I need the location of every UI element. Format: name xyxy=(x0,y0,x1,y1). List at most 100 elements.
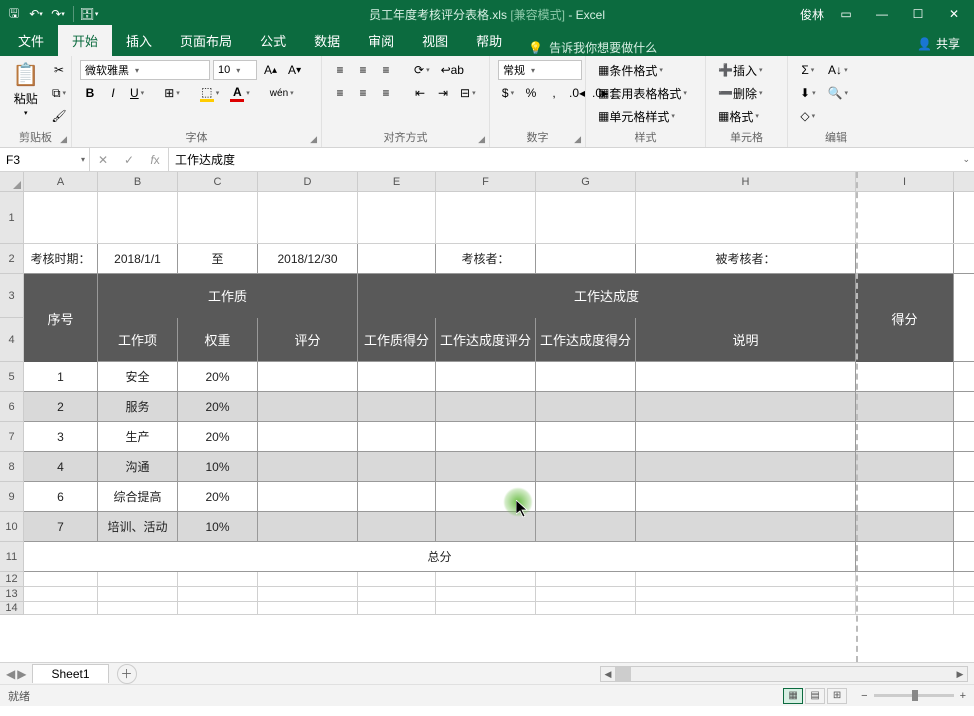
paste-button[interactable]: 📋粘贴▾ xyxy=(8,60,43,119)
scroll-left-icon[interactable]: ◀ xyxy=(601,669,615,680)
cell[interactable]: 工作达成度得分 xyxy=(536,318,636,362)
sort-filter-button[interactable]: A↓▾ xyxy=(824,60,852,80)
cell[interactable] xyxy=(258,362,358,391)
undo-icon[interactable]: ↶▾ xyxy=(26,4,46,24)
cell[interactable]: 工作达成度评分 xyxy=(436,318,536,362)
row-header[interactable]: 12 xyxy=(0,572,24,587)
cell[interactable] xyxy=(358,452,436,481)
cell[interactable] xyxy=(258,602,358,614)
cell[interactable] xyxy=(856,392,954,421)
cell[interactable] xyxy=(98,192,178,243)
cell[interactable] xyxy=(436,452,536,481)
cell[interactable] xyxy=(636,512,856,541)
format-cells-button[interactable]: ▦ 格式▾ xyxy=(714,106,766,126)
cell[interactable] xyxy=(856,512,954,541)
new-sheet-button[interactable]: ＋ xyxy=(117,664,137,684)
cell[interactable]: 至 xyxy=(178,244,258,273)
column-header[interactable]: I xyxy=(856,172,954,191)
redo-icon[interactable]: ↷▾ xyxy=(48,4,68,24)
cell[interactable] xyxy=(856,587,954,601)
cell[interactable] xyxy=(636,192,856,243)
page-layout-view-button[interactable]: ▤ xyxy=(805,688,825,704)
row-header[interactable]: 1 xyxy=(0,192,24,244)
cell[interactable] xyxy=(636,392,856,421)
increase-font-button[interactable]: A▴ xyxy=(260,60,281,80)
copy-button[interactable]: ⧉▾ xyxy=(47,83,70,103)
cell[interactable]: 工作达成度 xyxy=(358,274,856,318)
close-icon[interactable]: ✕ xyxy=(940,4,968,24)
cell[interactable]: 服务 xyxy=(98,392,178,421)
zoom-out-button[interactable]: − xyxy=(861,690,867,702)
row-header[interactable]: 2 xyxy=(0,244,24,274)
cell[interactable] xyxy=(436,392,536,421)
save-icon[interactable]: 🖫 xyxy=(4,4,24,24)
launcher-icon[interactable]: ◢ xyxy=(574,134,581,145)
cell[interactable] xyxy=(536,572,636,586)
cut-button[interactable]: ✂ xyxy=(47,60,70,80)
cell[interactable] xyxy=(536,602,636,614)
cell[interactable] xyxy=(856,452,954,481)
cell[interactable] xyxy=(24,192,98,243)
cell[interactable] xyxy=(358,244,436,273)
cell[interactable] xyxy=(98,572,178,586)
cell[interactable] xyxy=(856,572,954,586)
cell[interactable] xyxy=(24,602,98,614)
maximize-icon[interactable]: ☐ xyxy=(904,4,932,24)
cell[interactable] xyxy=(636,482,856,511)
cell[interactable] xyxy=(258,587,358,601)
share-button[interactable]: 👤共享 xyxy=(913,31,964,56)
launcher-icon[interactable]: ◢ xyxy=(478,134,485,145)
cell[interactable]: 4 xyxy=(24,452,98,481)
tab-nav-prev-icon[interactable]: ◀ xyxy=(6,667,15,681)
delete-cells-button[interactable]: ➖ 删除▾ xyxy=(714,83,766,103)
minimize-icon[interactable]: — xyxy=(868,4,896,24)
cell[interactable] xyxy=(536,392,636,421)
cell[interactable] xyxy=(178,587,258,601)
cell[interactable] xyxy=(536,362,636,391)
cell[interactable] xyxy=(536,512,636,541)
select-all-corner[interactable] xyxy=(0,172,24,191)
column-header[interactable]: H xyxy=(636,172,856,191)
underline-button[interactable]: U▾ xyxy=(126,83,148,103)
cell[interactable] xyxy=(436,482,536,511)
row-header[interactable]: 6 xyxy=(0,392,24,422)
ribbon-options-icon[interactable]: ▭ xyxy=(832,4,860,24)
cell[interactable] xyxy=(358,602,436,614)
cell[interactable]: 被考核者： xyxy=(636,244,856,273)
cell[interactable]: 10% xyxy=(178,512,258,541)
percent-button[interactable]: % xyxy=(521,83,541,103)
cell[interactable] xyxy=(358,572,436,586)
insert-cells-button[interactable]: ➕ 插入▾ xyxy=(714,60,766,80)
cell[interactable] xyxy=(856,362,954,391)
border-button[interactable]: ⊞▾ xyxy=(160,83,184,103)
cell[interactable]: 评分 xyxy=(258,318,358,362)
cell[interactable] xyxy=(358,482,436,511)
cell[interactable] xyxy=(636,572,856,586)
column-header[interactable]: D xyxy=(258,172,358,191)
wrap-text-button[interactable]: ↩ab xyxy=(437,60,468,80)
cell[interactable] xyxy=(636,452,856,481)
column-header[interactable]: B xyxy=(98,172,178,191)
cell[interactable] xyxy=(636,422,856,451)
cell[interactable]: 说明 xyxy=(636,318,856,362)
currency-button[interactable]: $▾ xyxy=(498,83,518,103)
cell[interactable]: 20% xyxy=(178,482,258,511)
format-painter-button[interactable]: 🖌 xyxy=(47,106,70,126)
cell[interactable] xyxy=(436,587,536,601)
phonetic-button[interactable]: wén▾ xyxy=(266,83,298,103)
cell[interactable] xyxy=(358,587,436,601)
page-break-view-button[interactable]: ⊞ xyxy=(827,688,847,704)
column-header[interactable]: E xyxy=(358,172,436,191)
italic-button[interactable]: I xyxy=(103,83,123,103)
cell[interactable]: 20% xyxy=(178,362,258,391)
cell[interactable] xyxy=(536,587,636,601)
orientation-button[interactable]: ⟳▾ xyxy=(410,60,434,80)
cell[interactable] xyxy=(436,362,536,391)
comma-button[interactable]: , xyxy=(544,83,564,103)
cell[interactable]: 工作质 xyxy=(98,274,358,318)
fill-button[interactable]: ⬇▾ xyxy=(796,83,820,103)
horizontal-scrollbar[interactable]: ◀ ▶ xyxy=(600,666,968,682)
align-top-button[interactable]: ≡ xyxy=(330,60,350,80)
row-header[interactable]: 11 xyxy=(0,542,24,572)
cell[interactable] xyxy=(436,512,536,541)
